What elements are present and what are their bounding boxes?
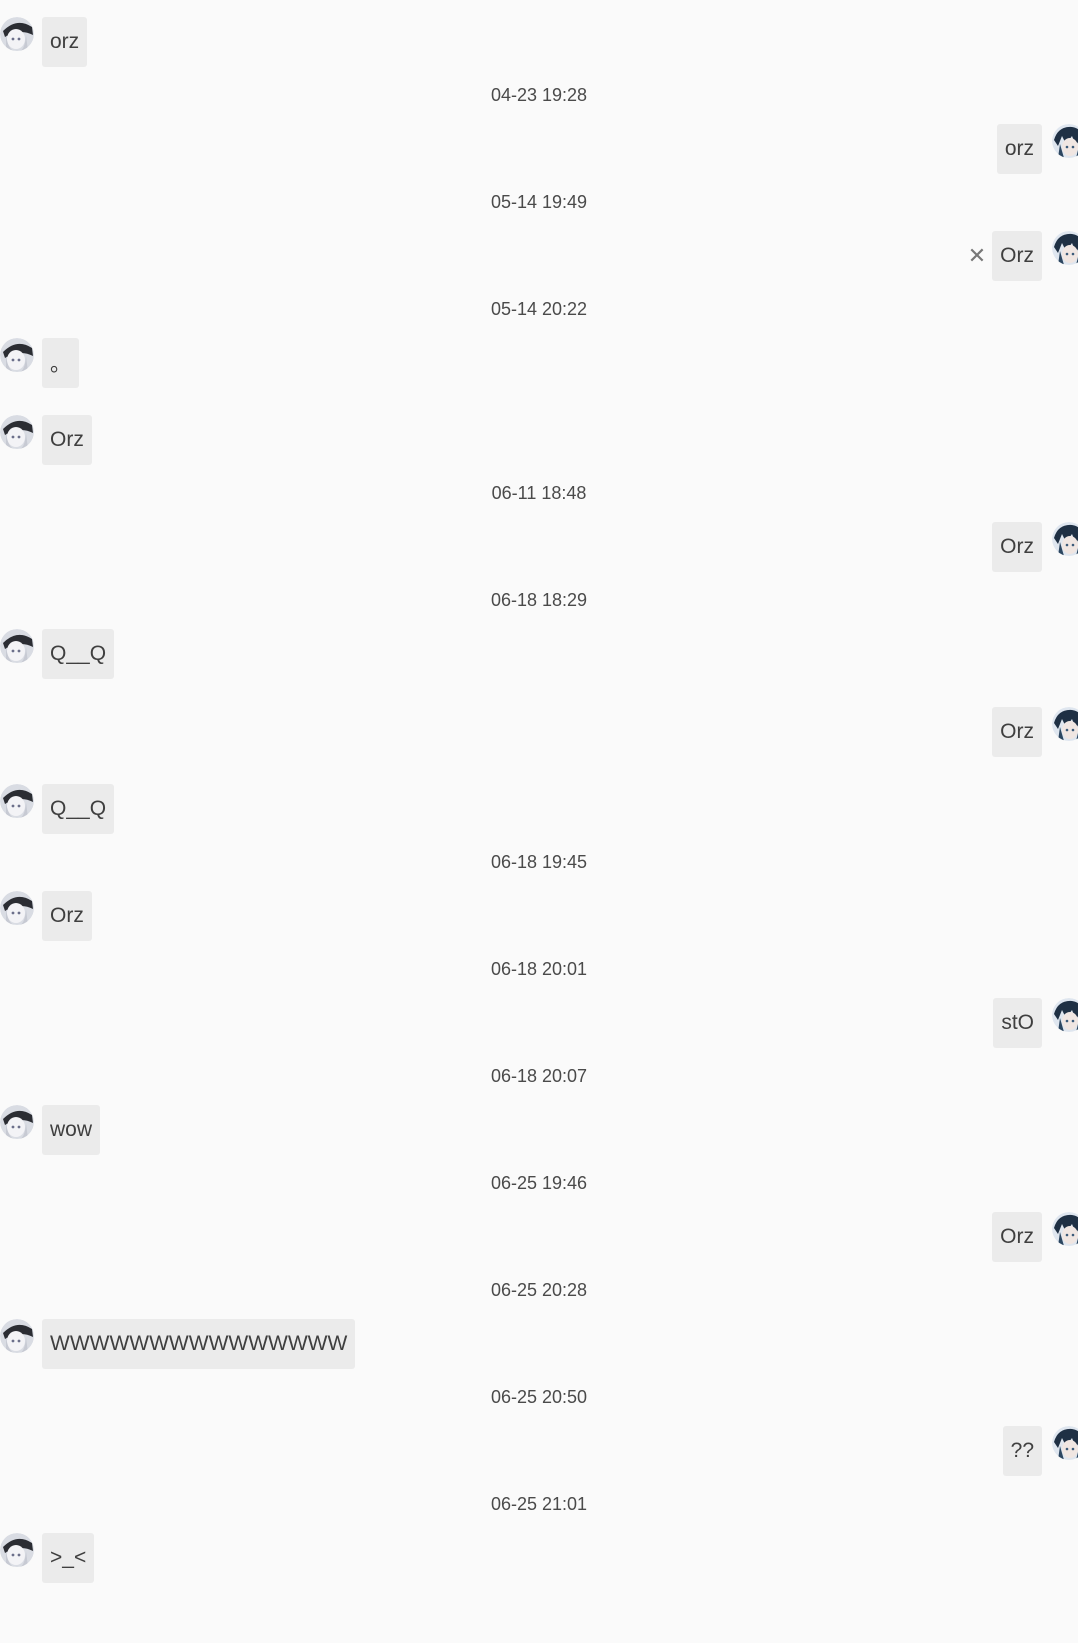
message-timestamp: 06-18 19:45 [490,852,588,872]
avatar-image [1052,124,1078,158]
received-message: >_< [0,1533,95,1583]
message-bubble[interactable]: stO [993,998,1042,1048]
received-message: Q__Q [0,784,115,834]
sent-message: ?? [1002,1426,1078,1476]
close-icon[interactable]: ✕ [968,243,986,269]
message-timestamp: 06-25 20:28 [490,1280,588,1300]
message-bubble[interactable]: Orz [42,415,92,465]
avatar-image [1052,707,1078,741]
received-message: Orz [0,415,92,465]
chat-message-list[interactable]: orz 04-23 19:28 orz 05-14 19:49 Orz ✕ 05-14 20… [0,0,1078,1643]
avatar[interactable] [0,17,34,51]
avatar[interactable] [0,415,34,449]
message-timestamp: 06-18 20:07 [490,1066,588,1086]
message-bubble[interactable]: orz [996,124,1042,174]
avatar[interactable] [1052,1426,1078,1460]
avatar[interactable] [0,891,34,925]
avatar-image [0,17,34,51]
sent-message: Orz [992,707,1078,757]
message-bubble[interactable]: >_< [42,1533,95,1583]
message-timestamp: 05-14 20:22 [490,299,588,319]
avatar[interactable] [0,629,34,663]
avatar-image [1052,1426,1078,1460]
message-bubble[interactable]: Q__Q [42,784,115,834]
message-bubble[interactable]: Q__Q [42,629,115,679]
received-message: WWWWWWWWWWWWWWW [0,1319,356,1369]
message-bubble[interactable]: wow [42,1105,101,1155]
avatar[interactable] [0,338,34,372]
avatar-image [0,1105,34,1139]
message-timestamp: 05-14 19:49 [490,192,588,212]
message-timestamp: 06-18 18:29 [490,590,588,610]
message-timestamp: 06-25 21:01 [490,1494,588,1514]
message-timestamp: 06-11 18:48 [491,483,587,503]
avatar-image [0,784,34,818]
avatar-image [1052,1212,1078,1246]
sent-message: Orz ✕ [968,231,1078,281]
message-bubble[interactable]: WWWWWWWWWWWWWWW [42,1319,356,1369]
avatar[interactable] [0,1319,34,1353]
received-message: wow [0,1105,101,1155]
message-bubble[interactable]: 。 [42,338,79,388]
avatar-image [1052,522,1078,556]
avatar[interactable] [1052,1212,1078,1246]
message-bubble[interactable]: Orz [42,891,92,941]
avatar-image [0,891,34,925]
avatar-image [1052,998,1078,1032]
message-timestamp: 06-25 20:50 [490,1387,588,1407]
avatar[interactable] [1052,124,1078,158]
sent-message: Orz [992,522,1078,572]
avatar-image [0,1533,34,1567]
avatar[interactable] [1052,522,1078,556]
avatar[interactable] [0,1533,34,1567]
message-bubble[interactable]: Orz [992,231,1042,281]
message-bubble[interactable]: ?? [1002,1426,1042,1476]
message-timestamp: 04-23 19:28 [490,85,588,105]
avatar[interactable] [1052,707,1078,741]
received-message: Orz [0,891,92,941]
sent-message: Orz [992,1212,1078,1262]
sent-message: stO [993,998,1078,1048]
avatar[interactable] [0,784,34,818]
message-timestamp: 06-25 19:46 [490,1173,588,1193]
sent-message: orz [996,124,1078,174]
avatar-image [1052,231,1078,265]
message-timestamp: 06-18 20:01 [490,959,588,979]
received-message: Q__Q [0,629,115,679]
message-bubble[interactable]: Orz [992,1212,1042,1262]
received-message: orz [0,17,88,67]
message-bubble[interactable]: orz [42,17,88,67]
avatar-image [0,338,34,372]
avatar-image [0,1319,34,1353]
avatar[interactable] [1052,231,1078,265]
avatar[interactable] [1052,998,1078,1032]
avatar[interactable] [0,1105,34,1139]
avatar-image [0,415,34,449]
received-message: 。 [0,338,79,388]
avatar-image [0,629,34,663]
message-bubble[interactable]: Orz [992,522,1042,572]
message-bubble[interactable]: Orz [992,707,1042,757]
